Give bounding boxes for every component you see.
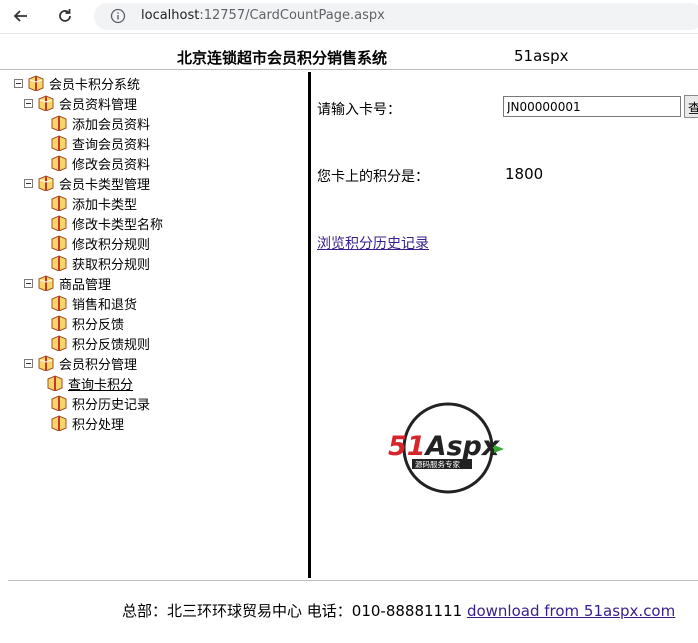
tree-group-card-type[interactable]: 会员卡类型管理 (24, 173, 150, 193)
tree-item[interactable]: 积分反馈规则 (50, 333, 150, 353)
collapse-toggle[interactable] (14, 78, 23, 88)
book-icon (51, 195, 67, 211)
tree-item-label[interactable]: 修改积分规则 (72, 234, 150, 253)
book-icon (51, 395, 67, 411)
header-divider (0, 69, 698, 70)
tree-item-label[interactable]: 积分历史记录 (72, 394, 150, 413)
query-button[interactable]: 查询 (684, 95, 698, 118)
tree-item-label[interactable]: 查询会员资料 (72, 134, 150, 153)
tree-group-products[interactable]: 商品管理 (24, 273, 111, 293)
tree-item-label[interactable]: 修改会员资料 (72, 154, 150, 173)
tree-item-label[interactable]: 积分处理 (72, 414, 124, 433)
book-icon (38, 355, 54, 371)
reload-button[interactable] (52, 4, 78, 28)
book-icon (38, 275, 54, 291)
svg-text:源码服务专家: 源码服务专家 (415, 459, 460, 469)
tree-root-label: 会员卡积分系统 (49, 77, 141, 93)
tree-group-points[interactable]: 会员积分管理 (24, 353, 137, 373)
site-info-icon[interactable] (110, 8, 126, 24)
book-icon (51, 155, 67, 171)
tree-group-member-info[interactable]: 会员资料管理 (24, 93, 137, 113)
tree-item[interactable]: 添加会员资料 (50, 113, 150, 133)
collapse-toggle[interactable] (24, 178, 33, 188)
tree-item-label[interactable]: 添加卡类型 (72, 194, 137, 213)
book-icon (38, 95, 54, 111)
tree-item[interactable]: 积分历史记录 (50, 393, 150, 413)
book-icon (51, 315, 67, 331)
tree-item-selected[interactable]: 查询卡积分 (46, 373, 133, 393)
collapse-toggle[interactable] (24, 278, 33, 288)
tree-item-label[interactable]: 获取积分规则 (72, 254, 150, 273)
collapse-toggle[interactable] (24, 98, 33, 108)
card-number-label: 请输入卡号： (317, 102, 401, 118)
tree-item[interactable]: 销售和退货 (50, 293, 137, 313)
tree-item-label[interactable]: 查询卡积分 (68, 374, 133, 393)
tree-item-label[interactable]: 销售和退货 (72, 294, 137, 313)
tree-root[interactable]: 会员卡积分系统 (14, 73, 140, 93)
tree-group-label: 会员卡类型管理 (59, 177, 151, 193)
points-label: 您卡上的积分是： (317, 169, 429, 185)
book-icon (28, 75, 44, 91)
book-icon (51, 115, 67, 131)
footer-divider (8, 580, 698, 581)
footer-address: 总部：北三环环球贸易中心 电话：010-88881111 (122, 602, 463, 620)
tree-item-label[interactable]: 添加会员资料 (72, 114, 150, 133)
back-arrow-icon (13, 10, 27, 22)
51aspx-logo: 51Aspx 源码服务专家 (388, 402, 504, 494)
tree-item[interactable]: 查询会员资料 (50, 133, 150, 153)
brand-text: 51aspx (514, 47, 569, 65)
tree-item-label[interactable]: 积分反馈规则 (72, 334, 150, 353)
svg-text:51Aspx: 51Aspx (388, 431, 501, 462)
book-icon (51, 295, 67, 311)
tree-item[interactable]: 积分处理 (50, 413, 124, 433)
tree-group-label: 会员积分管理 (59, 357, 138, 373)
panel-divider (308, 72, 311, 578)
reload-icon (59, 9, 71, 22)
footer-download-link[interactable]: download from 51aspx.com (467, 602, 675, 620)
book-icon (38, 175, 54, 191)
book-icon (51, 215, 67, 231)
book-icon (51, 335, 67, 351)
tree-item[interactable]: 获取积分规则 (50, 253, 150, 273)
points-value: 1800 (505, 165, 544, 183)
url-text: localhost:12757/CardCountPage.aspx (141, 8, 385, 23)
tree-item[interactable]: 修改会员资料 (50, 153, 150, 173)
tree-item[interactable]: 积分反馈 (50, 313, 124, 333)
card-number-input[interactable] (503, 96, 681, 117)
book-icon (51, 135, 67, 151)
tree-item[interactable]: 修改积分规则 (50, 233, 150, 253)
points-history-link[interactable]: 浏览积分历史记录 (317, 233, 429, 253)
page-title: 北京连锁超市会员积分销售系统 (177, 49, 388, 67)
tree-item-label[interactable]: 积分反馈 (72, 314, 124, 333)
tree-item-label[interactable]: 修改卡类型名称 (72, 214, 163, 233)
book-icon (51, 235, 67, 251)
footer: 总部：北三环环球贸易中心 电话：010-88881111 download fr… (122, 600, 675, 621)
tree-group-label: 会员资料管理 (59, 97, 138, 113)
book-icon (51, 415, 67, 431)
book-icon (51, 255, 67, 271)
collapse-toggle[interactable] (24, 358, 33, 368)
browser-toolbar: localhost:12757/CardCountPage.aspx (0, 0, 698, 34)
tree-item[interactable]: 修改卡类型名称 (50, 213, 163, 233)
address-bar[interactable]: localhost:12757/CardCountPage.aspx (94, 3, 698, 30)
book-icon (47, 375, 63, 391)
tree-group-label: 商品管理 (59, 277, 112, 293)
tree-item[interactable]: 添加卡类型 (50, 193, 137, 213)
back-button[interactable] (8, 4, 34, 28)
